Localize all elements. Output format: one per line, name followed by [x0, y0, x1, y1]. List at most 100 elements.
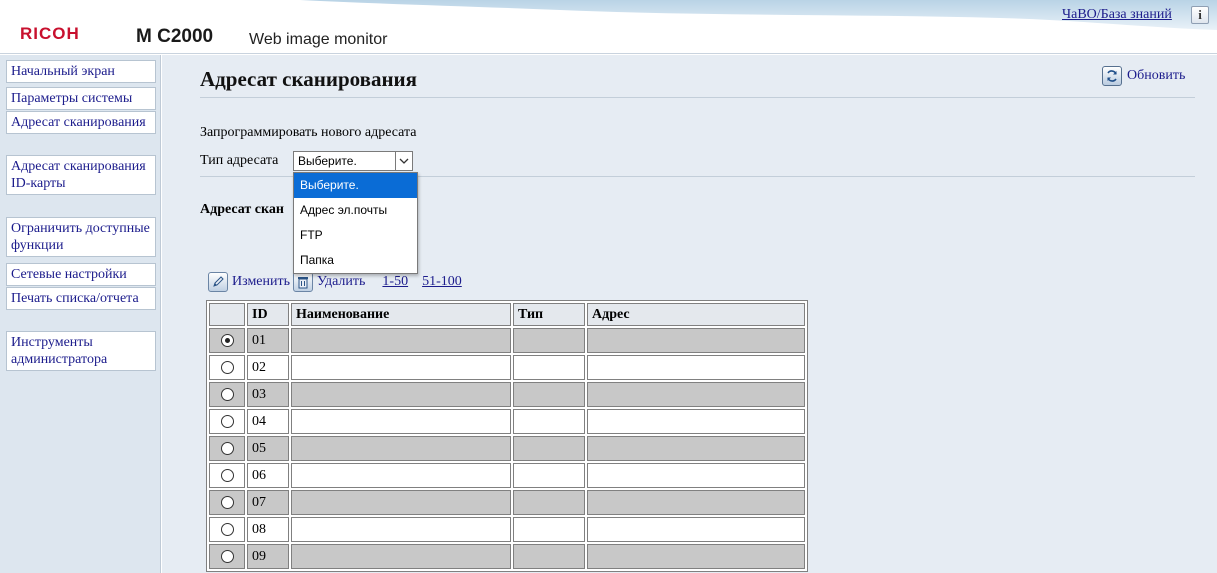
- edit-label: Изменить: [232, 274, 291, 289]
- faq-knowledge-base-link[interactable]: ЧаВО/База знаний: [1062, 7, 1172, 23]
- edit-button[interactable]: Изменить: [208, 272, 290, 292]
- sidebar-item-restrict-functions[interactable]: Ограничить доступные функции: [6, 217, 156, 257]
- info-icon[interactable]: i: [1191, 6, 1209, 24]
- row-id-cell: 05: [247, 436, 289, 461]
- table-row[interactable]: 06: [209, 463, 805, 488]
- table-row[interactable]: 08: [209, 517, 805, 542]
- device-model: M C2000: [136, 26, 214, 47]
- table-header-row: ID Наименование Тип Адрес: [209, 303, 805, 326]
- table-toolbar: Изменить Удалить 1-50 51-100: [208, 271, 462, 293]
- row-address-cell: [587, 355, 805, 380]
- row-name-cell: [291, 544, 511, 569]
- sidebar: Начальный экран Параметры системы Адреса…: [0, 55, 161, 573]
- row-address-cell: [587, 517, 805, 542]
- destination-type-label: Тип адресата: [200, 153, 279, 168]
- row-name-cell: [291, 328, 511, 353]
- sidebar-item-network-settings[interactable]: Сетевые настройки: [6, 263, 156, 286]
- row-id-cell: 09: [247, 544, 289, 569]
- row-select-cell: [209, 517, 245, 542]
- row-select-radio[interactable]: [220, 360, 234, 374]
- row-id-cell: 03: [247, 382, 289, 407]
- sidebar-item-print-list-report[interactable]: Печать списка/отчета: [6, 287, 156, 310]
- table-row[interactable]: 02: [209, 355, 805, 380]
- row-select-radio[interactable]: [220, 387, 234, 401]
- dropdown-option-select[interactable]: Выберите.: [294, 173, 417, 198]
- row-type-cell: [513, 490, 585, 515]
- row-select-cell: [209, 355, 245, 380]
- trash-icon: [293, 272, 314, 292]
- row-address-cell: [587, 463, 805, 488]
- row-address-cell: [587, 490, 805, 515]
- row-address-cell: [587, 328, 805, 353]
- column-header-select: [209, 303, 245, 326]
- destination-type-select-value: Выберите.: [298, 154, 357, 168]
- app-name: Web image monitor: [249, 31, 388, 48]
- row-id-cell: 07: [247, 490, 289, 515]
- ricoh-logo: RICOH: [20, 24, 80, 43]
- row-address-cell: [587, 409, 805, 434]
- row-name-cell: [291, 409, 511, 434]
- row-select-radio[interactable]: [220, 495, 234, 509]
- row-select-radio[interactable]: [220, 414, 234, 428]
- sidebar-item-scan-destination[interactable]: Адресат сканирования: [6, 111, 156, 134]
- row-select-cell: [209, 409, 245, 434]
- destination-type-select[interactable]: Выберите.: [293, 151, 413, 171]
- row-select-radio[interactable]: [220, 522, 234, 536]
- row-select-radio[interactable]: [220, 549, 234, 563]
- row-id-cell: 01: [247, 328, 289, 353]
- scan-destination-section-title: Адресат скан: [200, 202, 284, 217]
- dropdown-option-ftp[interactable]: FTP: [294, 223, 417, 248]
- table-row[interactable]: 04: [209, 409, 805, 434]
- dropdown-option-folder[interactable]: Папка: [294, 248, 417, 273]
- row-select-cell: [209, 328, 245, 353]
- row-name-cell: [291, 355, 511, 380]
- page-link-1-50[interactable]: 1-50: [382, 274, 408, 290]
- row-select-radio[interactable]: [220, 333, 234, 347]
- delete-button[interactable]: Удалить: [293, 272, 365, 292]
- dropdown-option-email[interactable]: Адрес эл.почты: [294, 198, 417, 223]
- sidebar-item-scan-destination-id-card[interactable]: Адресат сканирования ID-карты: [6, 155, 156, 195]
- sidebar-item-system-settings[interactable]: Параметры системы: [6, 87, 156, 110]
- row-name-cell: [291, 463, 511, 488]
- destinations-table: ID Наименование Тип Адрес 01 02 03 04 05 06 07…: [206, 300, 808, 572]
- column-header-name: Наименование: [291, 303, 511, 326]
- row-id-cell: 02: [247, 355, 289, 380]
- row-select-radio[interactable]: [220, 441, 234, 455]
- row-name-cell: [291, 490, 511, 515]
- row-name-cell: [291, 382, 511, 407]
- row-address-cell: [587, 436, 805, 461]
- sidebar-item-home[interactable]: Начальный экран: [6, 60, 156, 83]
- row-id-cell: 06: [247, 463, 289, 488]
- row-id-cell: 08: [247, 517, 289, 542]
- sidebar-item-admin-tools[interactable]: Инструменты администратора: [6, 331, 156, 371]
- row-select-cell: [209, 490, 245, 515]
- column-header-id: ID: [247, 303, 289, 326]
- row-type-cell: [513, 409, 585, 434]
- row-name-cell: [291, 517, 511, 542]
- row-id-cell: 04: [247, 409, 289, 434]
- column-header-address: Адрес: [587, 303, 805, 326]
- row-address-cell: [587, 382, 805, 407]
- table-row[interactable]: 09: [209, 544, 805, 569]
- row-type-cell: [513, 517, 585, 542]
- row-type-cell: [513, 328, 585, 353]
- page-link-51-100[interactable]: 51-100: [422, 274, 462, 290]
- program-new-destination-heading: Запрограммировать нового адресата: [200, 125, 417, 140]
- refresh-button[interactable]: Обновить: [1102, 65, 1185, 87]
- destination-type-dropdown-list: Выберите. Адрес эл.почты FTP Папка: [293, 172, 418, 274]
- table-row[interactable]: 03: [209, 382, 805, 407]
- row-select-cell: [209, 463, 245, 488]
- chevron-down-icon: [395, 152, 412, 170]
- row-type-cell: [513, 355, 585, 380]
- main-content: Адресат сканирования Обновить Запрограмм…: [162, 55, 1217, 573]
- header-bar: RICOH M C2000 Web image monitor ЧаВО/Баз…: [0, 0, 1217, 54]
- row-name-cell: [291, 436, 511, 461]
- row-select-cell: [209, 382, 245, 407]
- row-type-cell: [513, 382, 585, 407]
- row-type-cell: [513, 463, 585, 488]
- refresh-label: Обновить: [1127, 68, 1186, 83]
- table-row[interactable]: 01: [209, 328, 805, 353]
- row-select-radio[interactable]: [220, 468, 234, 482]
- table-row[interactable]: 07: [209, 490, 805, 515]
- table-row[interactable]: 05: [209, 436, 805, 461]
